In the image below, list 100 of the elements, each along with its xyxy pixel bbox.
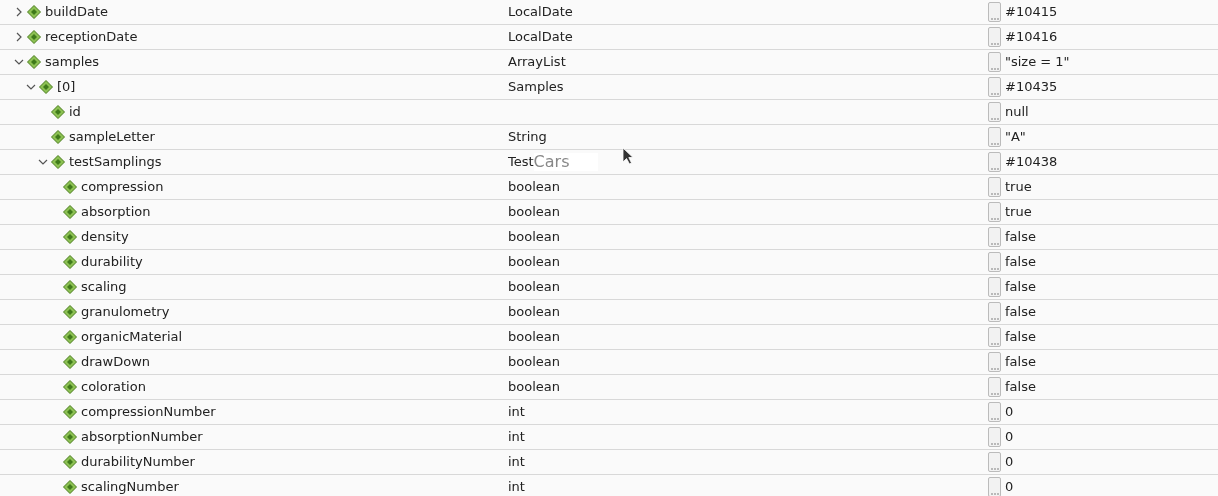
type-name: boolean [508, 378, 560, 397]
variable-value: 0 [1005, 453, 1014, 472]
details-button[interactable] [988, 452, 1001, 472]
variable-name[interactable]: density [81, 227, 129, 247]
variable-name[interactable]: testSamplings [69, 152, 162, 172]
chevron-right-icon[interactable] [14, 7, 24, 17]
variable-value: false [1005, 253, 1036, 272]
diamond-icon [63, 230, 77, 244]
variable-value: "size = 1" [1005, 53, 1070, 72]
type-name: boolean [508, 253, 560, 272]
variable-name[interactable]: receptionDate [45, 27, 138, 47]
details-button[interactable] [988, 52, 1001, 72]
variable-name[interactable]: absorption [81, 202, 151, 222]
variable-value: false [1005, 278, 1036, 297]
mouse-pointer-icon [622, 147, 634, 166]
variable-name[interactable]: coloration [81, 377, 146, 397]
variable-value: false [1005, 353, 1036, 372]
variable-name[interactable]: buildDate [45, 2, 109, 22]
variable-name[interactable]: granulometry [81, 302, 170, 322]
variable-value: null [1005, 103, 1029, 122]
variable-value: true [1005, 203, 1032, 222]
diamond-icon [27, 55, 41, 69]
diamond-icon [63, 180, 77, 194]
variable-name[interactable]: compressionNumber [81, 402, 216, 422]
variable-value: false [1005, 303, 1036, 322]
details-button[interactable] [988, 327, 1001, 347]
details-button[interactable] [988, 202, 1001, 222]
variable-name[interactable]: sampleLetter [69, 127, 155, 147]
type-name: boolean [508, 353, 560, 372]
details-button[interactable] [988, 252, 1001, 272]
type-name: LocalDate [508, 28, 573, 47]
variable-value: 0 [1005, 428, 1014, 447]
details-button[interactable] [988, 2, 1001, 22]
diamond-icon [63, 280, 77, 294]
diamond-icon [63, 305, 77, 319]
type-name: String [508, 128, 547, 147]
variable-name[interactable]: scalingNumber [81, 477, 179, 496]
type-name: boolean [508, 228, 560, 247]
diamond-icon [63, 430, 77, 444]
variable-name[interactable]: absorptionNumber [81, 427, 203, 447]
type-name: boolean [508, 303, 560, 322]
type-name: int [508, 428, 525, 447]
diamond-icon [27, 5, 41, 19]
variable-name[interactable]: drawDown [81, 352, 151, 372]
type-name: LocalDate [508, 3, 573, 22]
details-button[interactable] [988, 102, 1001, 122]
type-name: boolean [508, 178, 560, 197]
chevron-down-icon[interactable] [14, 57, 24, 67]
details-button[interactable] [988, 477, 1001, 496]
details-button[interactable] [988, 377, 1001, 397]
diamond-icon [63, 330, 77, 344]
details-button[interactable] [988, 427, 1001, 447]
type-name: Samples [508, 78, 564, 97]
variable-value: true [1005, 178, 1032, 197]
variable-value: #10416 [1005, 28, 1058, 47]
variable-name[interactable]: compression [81, 177, 164, 197]
type-name: ArrayList [508, 53, 566, 72]
variable-value: #10435 [1005, 78, 1058, 97]
variable-name[interactable]: id [69, 102, 81, 122]
variable-value: #10438 [1005, 153, 1058, 172]
diamond-icon [63, 405, 77, 419]
details-button[interactable] [988, 352, 1001, 372]
variable-name[interactable]: scaling [81, 277, 127, 297]
details-button[interactable] [988, 277, 1001, 297]
variable-name[interactable]: organicMaterial [81, 327, 183, 347]
diamond-icon [51, 105, 65, 119]
variable-value: false [1005, 328, 1036, 347]
details-button[interactable] [988, 77, 1001, 97]
variable-value: "A" [1005, 128, 1026, 147]
details-button[interactable] [988, 152, 1001, 172]
variable-value: 0 [1005, 478, 1014, 496]
type-name: boolean [508, 328, 560, 347]
variable-name[interactable]: durabilityNumber [81, 452, 195, 472]
details-button[interactable] [988, 177, 1001, 197]
type-name: int [508, 478, 525, 496]
variable-value: false [1005, 378, 1036, 397]
diamond-icon [63, 355, 77, 369]
overlay-label: Cars [533, 153, 598, 171]
diamond-icon [39, 80, 53, 94]
variable-name[interactable]: durability [81, 252, 143, 272]
diamond-icon [63, 380, 77, 394]
type-name: int [508, 453, 525, 472]
details-button[interactable] [988, 27, 1001, 47]
details-button[interactable] [988, 127, 1001, 147]
variable-name[interactable]: [0] [57, 77, 76, 97]
type-name: int [508, 403, 525, 422]
diamond-icon [51, 130, 65, 144]
variable-value: #10415 [1005, 3, 1058, 22]
chevron-right-icon[interactable] [14, 32, 24, 42]
diamond-icon [63, 205, 77, 219]
variable-value: false [1005, 228, 1036, 247]
diamond-icon [51, 155, 65, 169]
details-button[interactable] [988, 402, 1001, 422]
chevron-down-icon[interactable] [26, 82, 36, 92]
details-button[interactable] [988, 302, 1001, 322]
variable-name[interactable]: samples [45, 52, 100, 72]
diamond-icon [63, 480, 77, 494]
type-name: boolean [508, 278, 560, 297]
chevron-down-icon[interactable] [38, 157, 48, 167]
details-button[interactable] [988, 227, 1001, 247]
